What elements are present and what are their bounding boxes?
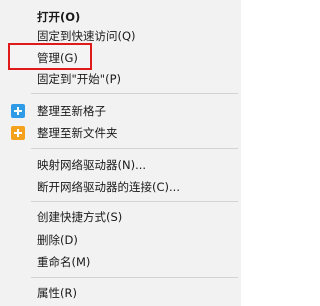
- menu-item-delete-label: 删除(D): [37, 233, 78, 247]
- menu-item-disconnect-network-drive[interactable]: 断开网络驱动器的连接(C)...: [3, 176, 238, 198]
- menu-separator: [31, 93, 238, 94]
- plus-square-icon: [11, 126, 25, 140]
- menu-item-map-network-drive[interactable]: 映射网络驱动器(N)...: [3, 154, 238, 176]
- menu-item-disconnect-network-drive-label: 断开网络驱动器的连接(C)...: [37, 180, 180, 194]
- menu-separator: [31, 277, 238, 278]
- menu-separator: [31, 201, 238, 202]
- menu-item-properties-label: 属性(R): [37, 286, 77, 300]
- menu-item-map-network-drive-label: 映射网络驱动器(N)...: [37, 158, 147, 172]
- plus-square-icon: [11, 104, 25, 118]
- menu-item-rename[interactable]: 重命名(M): [3, 251, 238, 273]
- menu-item-manage-label: 管理(G): [37, 51, 78, 65]
- menu-item-create-shortcut-label: 创建快捷方式(S): [37, 210, 123, 224]
- menu-item-organize-new-folder[interactable]: 整理至新文件夹: [3, 122, 238, 144]
- menu-item-rename-label: 重命名(M): [37, 255, 91, 269]
- menu-item-organize-new-grid[interactable]: 整理至新格子: [3, 100, 238, 122]
- menu-item-manage[interactable]: 管理(G): [3, 47, 238, 69]
- menu-item-pin-start[interactable]: 固定到"开始"(P): [3, 68, 238, 90]
- menu-item-create-shortcut[interactable]: 创建快捷方式(S): [3, 206, 238, 228]
- menu-item-organize-new-folder-label: 整理至新文件夹: [37, 126, 118, 140]
- menu-item-organize-new-grid-label: 整理至新格子: [37, 104, 106, 118]
- menu-item-properties[interactable]: 属性(R): [3, 282, 238, 304]
- menu-item-pin-start-label: 固定到"开始"(P): [37, 72, 121, 86]
- menu-item-delete[interactable]: 删除(D): [3, 229, 238, 251]
- context-menu: 打开(O) 固定到快速访问(Q) 管理(G) 固定到"开始"(P) 整理至新格子…: [0, 0, 241, 306]
- menu-separator: [31, 148, 238, 149]
